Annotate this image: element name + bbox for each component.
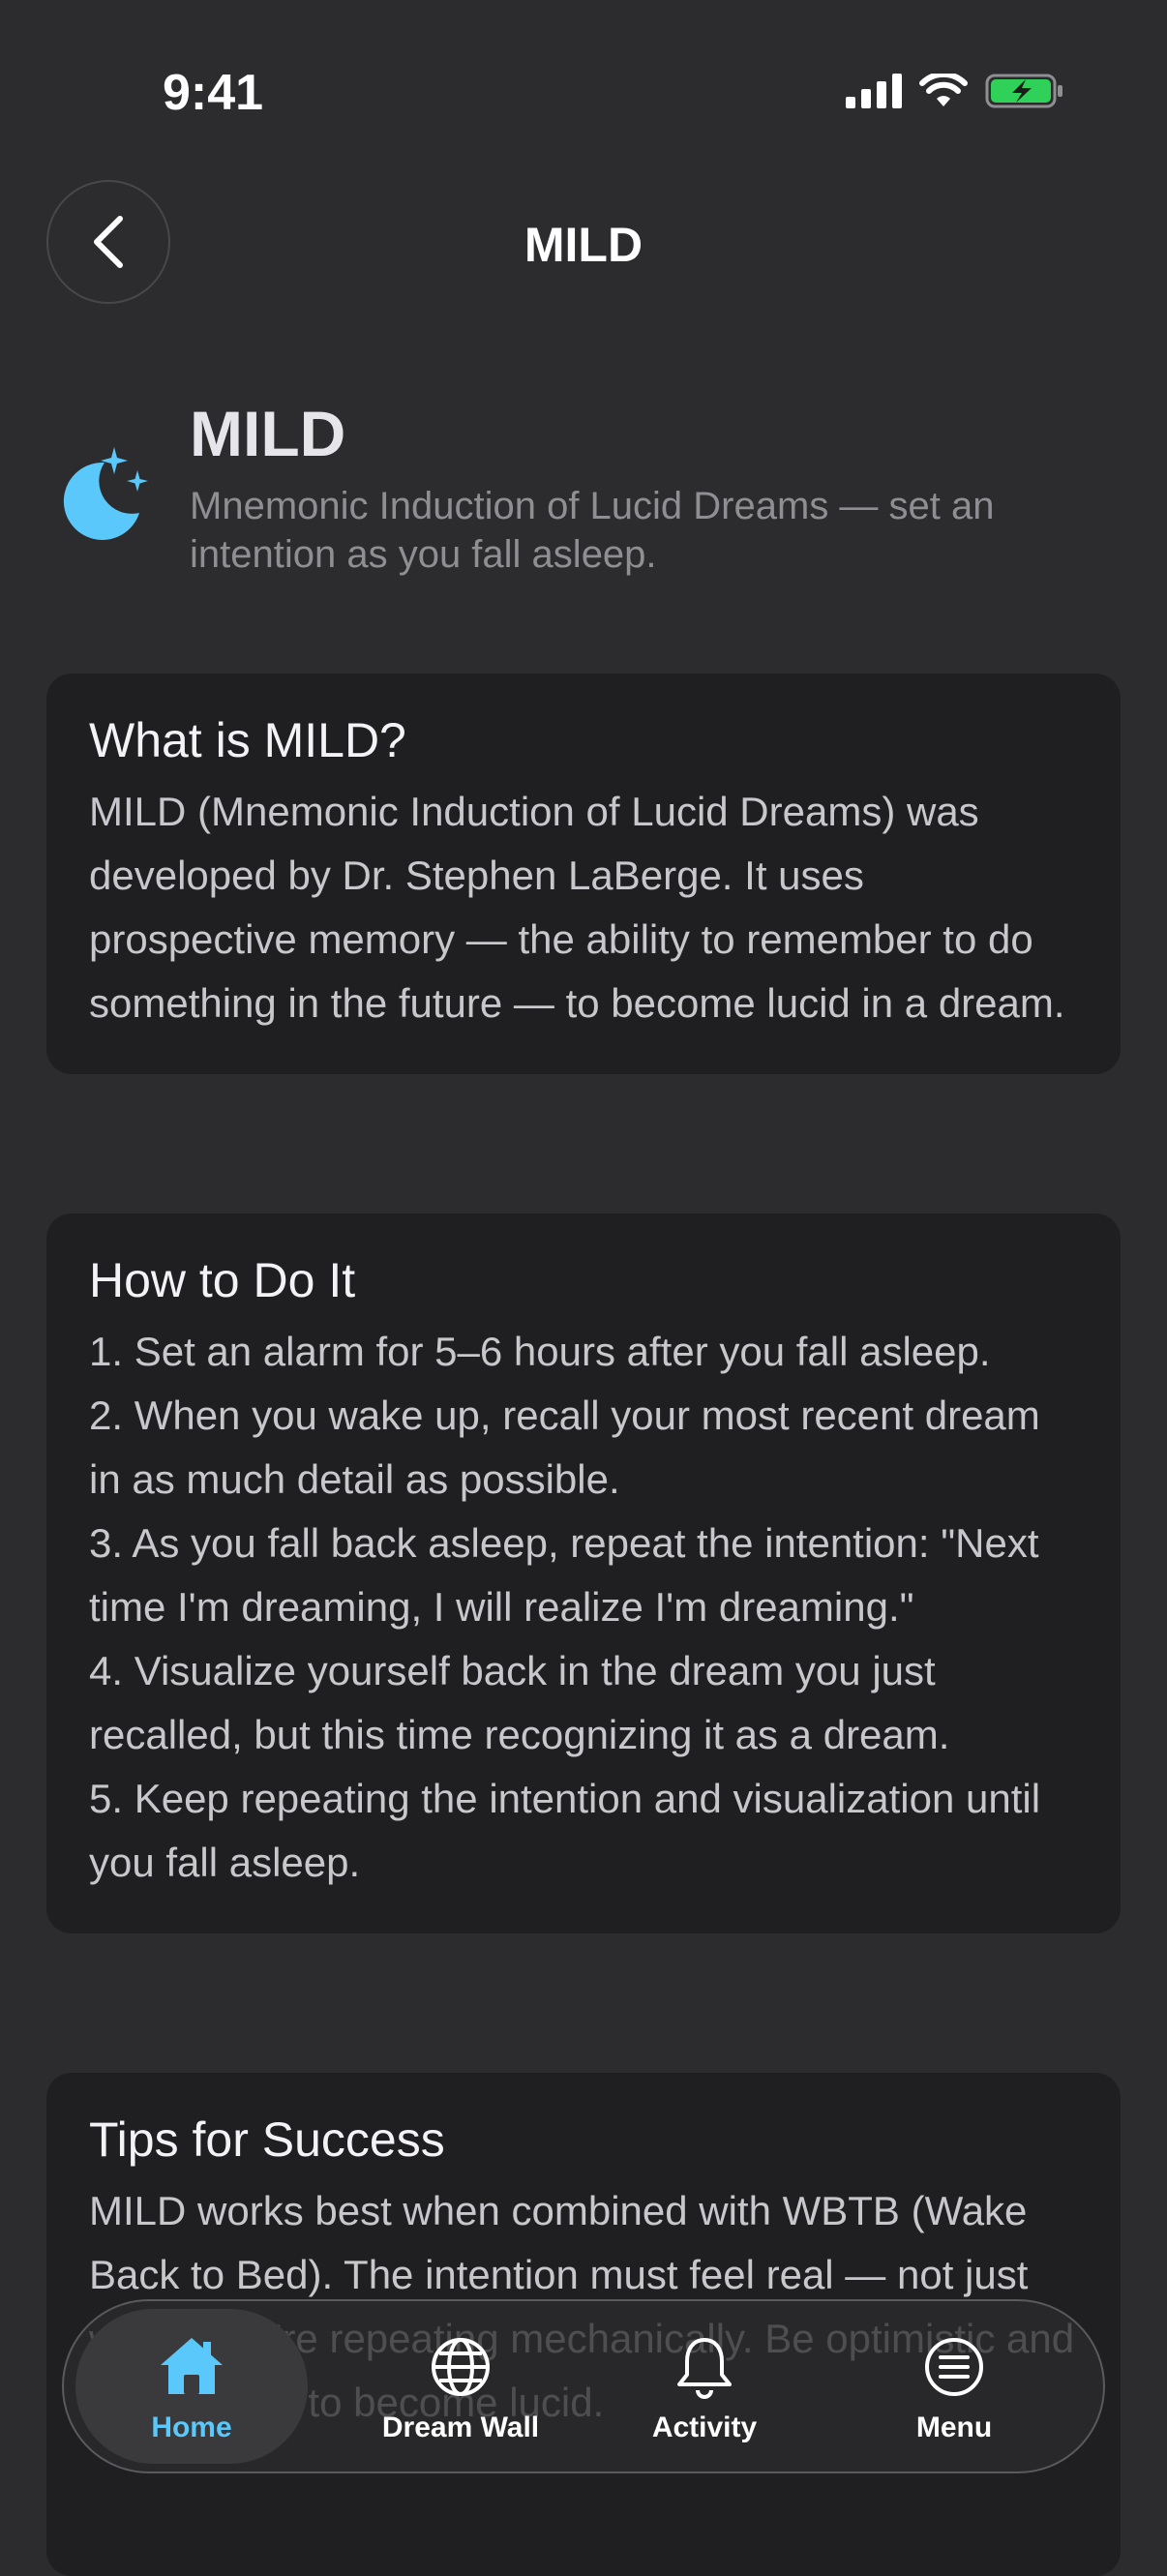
- moon-stars-icon: [63, 447, 148, 540]
- home-icon: [161, 2338, 223, 2394]
- tab-home[interactable]: Home: [75, 2309, 308, 2464]
- status-bar: 9:41: [0, 0, 1167, 184]
- status-time: 9:41: [163, 65, 264, 121]
- tab-label: Dream Wall: [381, 2411, 540, 2443]
- nav-bar: MILD: [0, 180, 1167, 306]
- tab-menu[interactable]: Menu: [838, 2309, 1070, 2464]
- technique-subtitle: Mnemonic Induction of Lucid Dreams — set…: [190, 485, 995, 576]
- card-how-to: How to Do It 1. Set an alarm for 5–6 hou…: [46, 1213, 1121, 1933]
- signal-icon: [846, 74, 902, 108]
- battery-charging-icon: [985, 74, 1062, 108]
- tab-label: Activity: [651, 2411, 758, 2443]
- tab-label: Menu: [915, 2411, 993, 2443]
- globe-icon: [432, 2338, 490, 2396]
- card-body: MILD (Mnemonic Induction of Lucid Dreams…: [89, 789, 1065, 1026]
- menu-icon: [925, 2338, 983, 2396]
- tab-dream-wall[interactable]: Dream Wall: [344, 2309, 577, 2464]
- bell-icon: [677, 2338, 732, 2399]
- card-title: What is MILD?: [89, 713, 406, 767]
- tab-activity[interactable]: Activity: [588, 2309, 821, 2464]
- wifi-icon: [919, 74, 968, 106]
- technique-title: MILD: [190, 398, 346, 469]
- page-title: MILD: [524, 218, 643, 272]
- status-icons: [846, 72, 1064, 110]
- card-title: Tips for Success: [89, 2112, 445, 2167]
- card-body: 1. Set an alarm for 5–6 hours after you …: [89, 1329, 1041, 1885]
- tab-label: Home: [151, 2411, 232, 2443]
- card-title: How to Do It: [89, 1253, 356, 1307]
- card-what-is: What is MILD? MILD (Mnemonic Induction o…: [46, 674, 1121, 1074]
- tab-bar: Home Dream Wall Activity Menu: [62, 2299, 1105, 2473]
